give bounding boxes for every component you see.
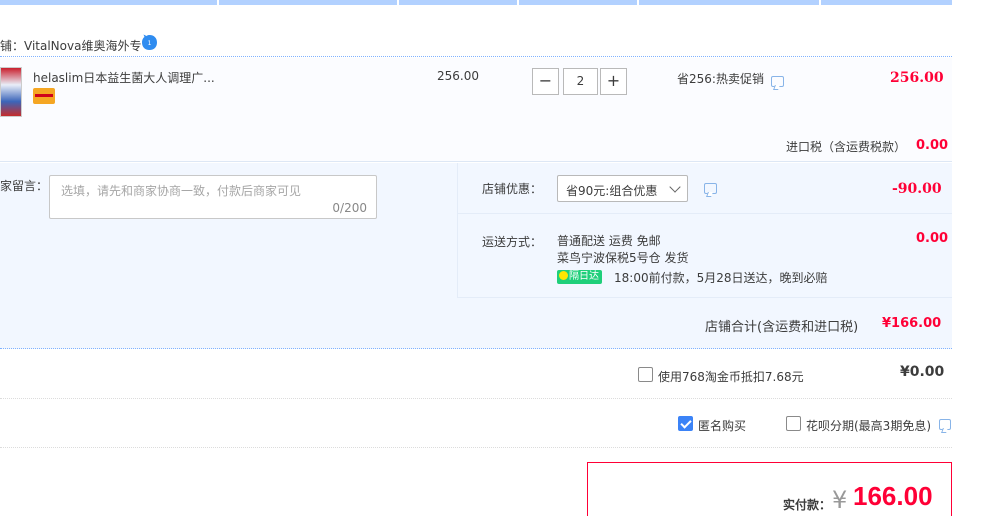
unit-price: 256.00 <box>437 69 479 83</box>
quantity-decrease-button[interactable]: − <box>532 68 559 95</box>
message-char-count: 0/200 <box>332 201 367 215</box>
message-label: 家留言： <box>0 179 49 193</box>
product-title[interactable]: helaslim日本益生菌大人调理广... <box>33 69 215 86</box>
shop-total-label: 店铺合计(含运费和进口税) <box>705 320 859 335</box>
promo-info-icon[interactable] <box>771 76 784 87</box>
next-day-badge: 隔日达 <box>557 270 602 284</box>
message-input[interactable]: 选填，请先和商家协商一致，付款后商家可见 0/200 <box>49 175 377 219</box>
chevron-down-icon <box>669 181 681 193</box>
huabei-installment-checkbox[interactable] <box>786 416 801 431</box>
lightning-icon <box>559 271 568 280</box>
coin-deduct-value: ¥0.00 <box>900 364 945 380</box>
svg-text:1: 1 <box>148 40 152 47</box>
shop-total-value: ¥166.00 <box>882 316 942 331</box>
import-tax-label: 进口税（含运费税款） <box>786 140 907 154</box>
shop-discount-value: -90.00 <box>892 181 942 197</box>
shop-header: 铺：VitalNova维奥海外专 1 <box>0 30 952 57</box>
item-total: 256.00 <box>890 70 944 86</box>
payment-amount: 166.00 <box>853 481 933 511</box>
coin-deduct-label[interactable]: 使用768淘金币抵扣7.68元 <box>658 368 804 385</box>
shop-discount-select[interactable]: 省90元:组合优惠 <box>557 175 688 202</box>
delivery-estimate: 18:00前付款，5月28日送达，晚到必赔 <box>614 271 828 285</box>
message-placeholder: 选填，请先和商家协商一致，付款后商家可见 <box>61 184 302 198</box>
payment-summary: 实付款： ¥ 166.00 <box>587 462 952 516</box>
quantity-input[interactable]: 2 <box>563 68 598 95</box>
anonymous-label[interactable]: 匿名购买 <box>698 417 746 434</box>
huabei-installment-label[interactable]: 花呗分期(最高3期免息) <box>806 417 931 434</box>
product-thumbnail[interactable] <box>0 67 22 117</box>
payment-label: 实付款： <box>783 498 832 512</box>
import-tax-value: 0.00 <box>916 138 949 153</box>
purchase-options-row: 匿名购买 花呗分期(最高3期免息) <box>0 400 952 448</box>
shop-discount-label: 店铺优惠： <box>482 182 543 196</box>
wangwang-chat-icon[interactable]: 1 <box>141 34 158 51</box>
order-item: helaslim日本益生菌大人调理广... 256.00 − 2 + 省256:… <box>0 58 952 162</box>
top-column-bar <box>0 0 952 5</box>
order-details: 家留言： 选填，请先和商家协商一致，付款后商家可见 0/200 店铺优惠： 省9… <box>0 163 952 349</box>
promotion-text: 省256:热卖促销 <box>677 72 764 86</box>
divider <box>457 213 952 214</box>
shipping-method: 普通配送 运费 免邮 <box>557 234 661 248</box>
divider <box>457 297 952 298</box>
shipping-label: 运送方式： <box>482 235 543 249</box>
credit-card-icon <box>33 88 55 104</box>
shipping-fee: 0.00 <box>916 231 949 246</box>
shipping-warehouse: 菜鸟宁波保税5号仓 发货 <box>557 251 689 265</box>
huabei-info-icon[interactable] <box>939 419 951 430</box>
payment-currency: ¥ <box>832 486 848 514</box>
shop-discount-selected: 省90元:组合优惠 <box>566 184 658 198</box>
shop-name[interactable]: 铺：VitalNova维奥海外专 <box>0 37 141 54</box>
taobao-coin-row: 使用768淘金币抵扣7.68元 ¥0.00 <box>0 350 952 399</box>
discount-info-icon[interactable] <box>704 183 717 194</box>
anonymous-checkbox[interactable] <box>678 416 693 431</box>
coin-deduct-checkbox[interactable] <box>638 367 653 382</box>
quantity-increase-button[interactable]: + <box>600 68 627 95</box>
